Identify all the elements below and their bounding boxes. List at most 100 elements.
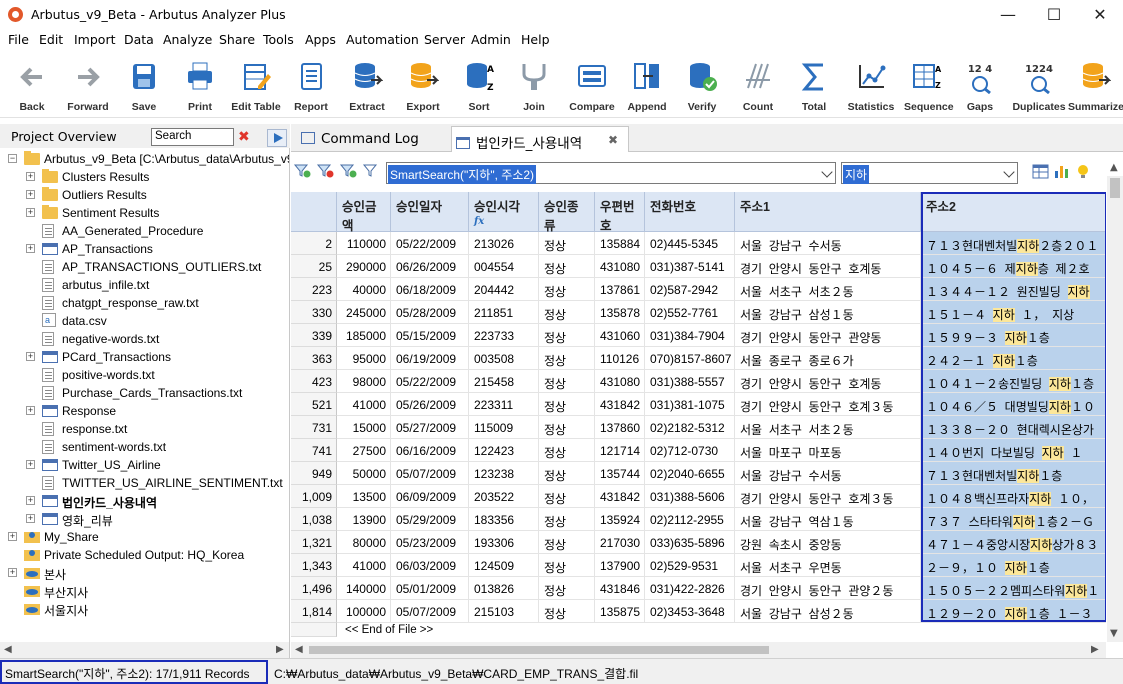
row-number[interactable]: 1,321 <box>291 531 337 554</box>
menu-tools[interactable]: Tools <box>263 32 294 47</box>
expand-icon[interactable]: + <box>26 460 35 469</box>
cell-a2[interactable]: １２９－２０ 지하１층 １－３ <box>921 600 1106 623</box>
cell-a1[interactable]: 경기 안양시 동안구 호계동 <box>735 255 921 278</box>
cell-kind[interactable]: 정상 <box>539 232 595 255</box>
cell-tel[interactable]: 02)552-7761 <box>645 301 735 324</box>
expand-icon[interactable]: + <box>8 532 17 541</box>
cell-a2[interactable]: ４７１－４중앙시장지하상가８３ <box>921 531 1106 554</box>
cell-kind[interactable]: 정상 <box>539 278 595 301</box>
expand-icon[interactable]: + <box>26 514 35 523</box>
menu-analyze[interactable]: Analyze <box>163 32 212 47</box>
cell-tel[interactable]: 02)529-9531 <box>645 554 735 577</box>
row-number[interactable]: 363 <box>291 347 337 370</box>
cell-amt[interactable]: 13500 <box>337 485 391 508</box>
cell-zip[interactable]: 431060 <box>595 324 645 347</box>
cell-a1[interactable]: 경기 안양시 동안구 호계３동 <box>735 393 921 416</box>
cell-tel[interactable]: 02)445-5345 <box>645 232 735 255</box>
extract-button[interactable]: Extract <box>345 58 389 118</box>
column-header[interactable]: 주소2 <box>921 192 1106 232</box>
close-window-button[interactable]: ✕ <box>1077 0 1123 30</box>
column-header[interactable]: 승인일자 <box>391 192 469 232</box>
menu-share[interactable]: Share <box>219 32 255 47</box>
expand-icon[interactable]: + <box>26 496 35 505</box>
join-button[interactable]: Join <box>512 58 556 118</box>
row-number[interactable]: 741 <box>291 439 337 462</box>
scroll-down-icon[interactable]: ▼ <box>1110 628 1118 639</box>
expand-icon[interactable]: + <box>26 352 35 361</box>
cell-date[interactable]: 06/03/2009 <box>391 554 469 577</box>
cell-zip[interactable]: 137861 <box>595 278 645 301</box>
grid-hscroll-thumb[interactable] <box>309 646 769 654</box>
cell-amt[interactable]: 40000 <box>337 278 391 301</box>
cell-a1[interactable]: 서울 강남구 삼성２동 <box>735 600 921 623</box>
search-go-icon[interactable] <box>267 129 287 147</box>
cell-time[interactable]: 211851 <box>469 301 539 324</box>
remove-filter-icon[interactable] <box>316 164 334 178</box>
column-header[interactable]: 승인종류 <box>539 192 595 233</box>
cell-kind[interactable]: 정상 <box>539 577 595 600</box>
lightbulb-icon[interactable] <box>1078 165 1088 178</box>
collapse-icon[interactable]: − <box>8 154 17 163</box>
grid-corner[interactable] <box>291 192 337 232</box>
cell-time[interactable]: 223733 <box>469 324 539 347</box>
chevron-down-icon[interactable] <box>821 166 833 178</box>
cell-a1[interactable]: 강원 속초시 중앙동 <box>735 531 921 554</box>
cell-time[interactable]: 215103 <box>469 600 539 623</box>
cell-a1[interactable]: 경기 안양시 동안구 호계３동 <box>735 485 921 508</box>
chart-icon[interactable] <box>1055 166 1068 178</box>
cell-date[interactable]: 06/26/2009 <box>391 255 469 278</box>
cell-zip[interactable]: 135924 <box>595 508 645 531</box>
tab-command-log[interactable]: Command Log <box>301 126 451 152</box>
grid-vscroll-thumb[interactable] <box>1110 178 1120 198</box>
duplicates-button[interactable]: 1224 Duplicates <box>1012 58 1066 118</box>
cell-time[interactable]: 215458 <box>469 370 539 393</box>
cell-a2[interactable]: １３３８－２０ 현대렉시온상가 <box>921 416 1106 439</box>
cell-a2[interactable]: １０４５－６ 제지하층 제２호 <box>921 255 1106 278</box>
cell-a1[interactable]: 서울 서초구 서초２동 <box>735 416 921 439</box>
cell-tel[interactable]: 031)388-5606 <box>645 485 735 508</box>
cell-time[interactable]: 123238 <box>469 462 539 485</box>
menu-admin[interactable]: Admin <box>471 32 511 47</box>
cell-a2[interactable]: １４０번지 다보빌딩 지하 １ <box>921 439 1106 462</box>
chevron-down-icon[interactable] <box>1003 166 1015 178</box>
cell-zip[interactable]: 431080 <box>595 255 645 278</box>
cell-amt[interactable]: 95000 <box>337 347 391 370</box>
cell-tel[interactable]: 031)387-5141 <box>645 255 735 278</box>
scroll-up-icon[interactable]: ▲ <box>1110 162 1118 173</box>
cell-time[interactable]: 183356 <box>469 508 539 531</box>
grid-hscrollbar[interactable]: ◀ ▶ <box>291 642 1106 658</box>
cell-time[interactable]: 204442 <box>469 278 539 301</box>
cell-kind[interactable]: 정상 <box>539 301 595 324</box>
column-header[interactable]: 주소1 <box>735 192 921 232</box>
cell-a1[interactable]: 서울 강남구 삼성１동 <box>735 301 921 324</box>
maximize-button[interactable]: ☐ <box>1031 0 1077 30</box>
column-header[interactable]: 우편번호 <box>595 192 645 233</box>
cell-a1[interactable]: 경기 안양시 동안구 호계동 <box>735 370 921 393</box>
project-tree-hscrollbar[interactable]: ◀ ▶ <box>0 642 289 658</box>
cell-a1[interactable]: 서울 종로구 종로６가 <box>735 347 921 370</box>
cell-a2[interactable]: １５０５－２２멤피스타워지하１ <box>921 577 1106 600</box>
cell-kind[interactable]: 정상 <box>539 370 595 393</box>
cell-tel[interactable]: 031)384-7904 <box>645 324 735 347</box>
cell-amt[interactable]: 290000 <box>337 255 391 278</box>
cell-kind[interactable]: 정상 <box>539 255 595 278</box>
cell-amt[interactable]: 100000 <box>337 600 391 623</box>
print-button[interactable]: Print <box>178 58 222 118</box>
cell-amt[interactable]: 15000 <box>337 416 391 439</box>
sequence-button[interactable]: A Z Sequence <box>904 58 954 118</box>
cell-time[interactable]: 122423 <box>469 439 539 462</box>
cell-zip[interactable]: 137900 <box>595 554 645 577</box>
cell-zip[interactable]: 135878 <box>595 301 645 324</box>
cell-date[interactable]: 05/07/2009 <box>391 600 469 623</box>
minimize-button[interactable]: — <box>985 0 1031 30</box>
cell-time[interactable]: 013826 <box>469 577 539 600</box>
cell-amt[interactable]: 98000 <box>337 370 391 393</box>
total-button[interactable]: Total <box>792 58 836 118</box>
clear-search-icon[interactable]: ✖ <box>238 130 252 144</box>
cell-time[interactable]: 223311 <box>469 393 539 416</box>
row-number[interactable]: 1,496 <box>291 577 337 600</box>
cell-date[interactable]: 05/22/2009 <box>391 370 469 393</box>
cell-date[interactable]: 05/26/2009 <box>391 393 469 416</box>
scroll-right-icon[interactable]: ▶ <box>276 644 284 655</box>
cell-tel[interactable]: 02)712-0730 <box>645 439 735 462</box>
